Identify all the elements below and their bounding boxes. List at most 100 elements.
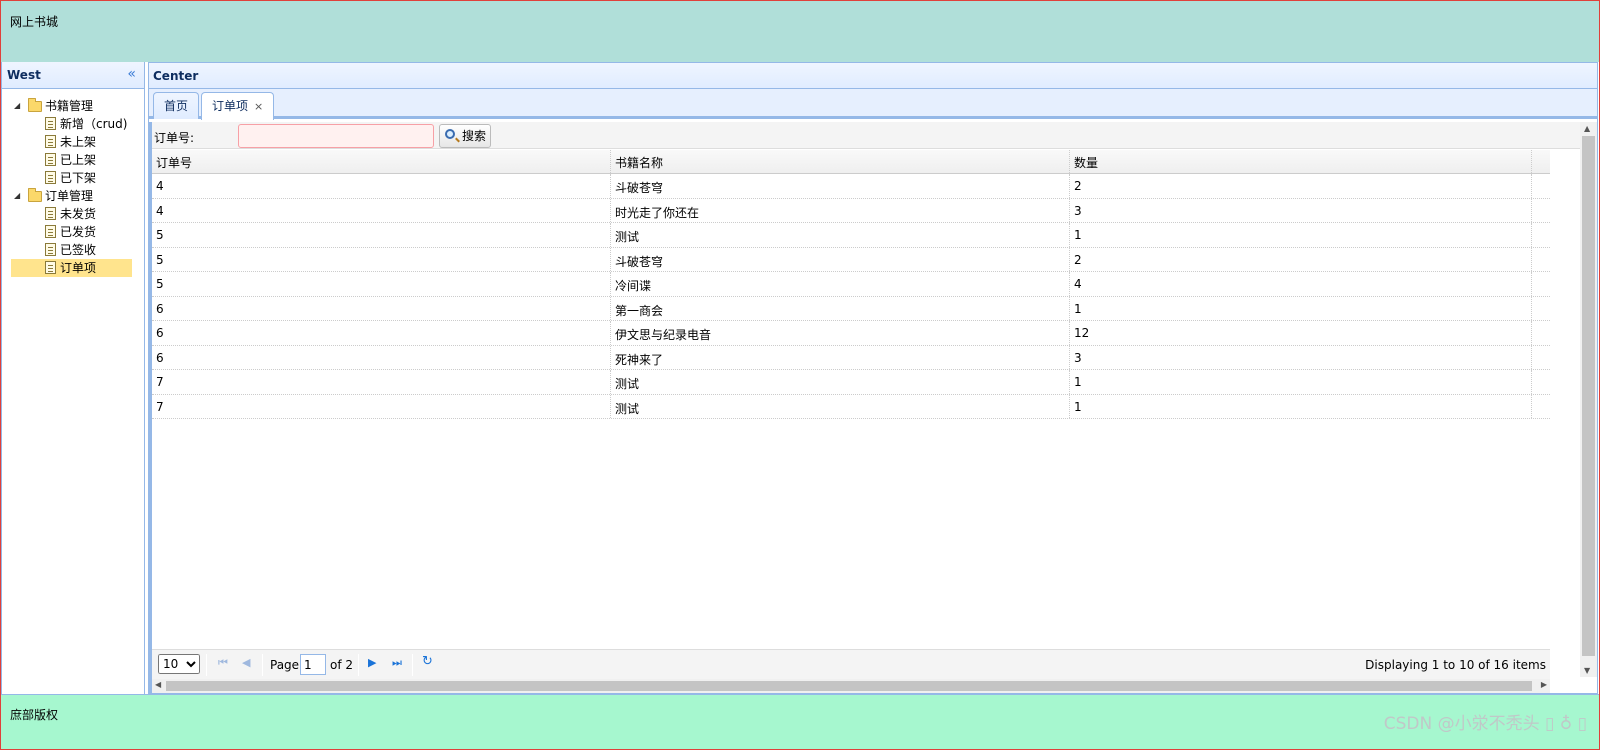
file-icon [45, 135, 56, 148]
tree-item-label: 新增（crud) [60, 117, 128, 131]
table-cell: 4 [152, 174, 611, 198]
file-icon [45, 261, 56, 274]
table-cell: 冷间谍 [611, 272, 1070, 296]
table-cell: 斗破苍穹 [611, 247, 1070, 271]
nav-tree: ◢ 书籍管理 新增（crud) 未上架 已上架 已下架 ◢ 订单管理 未发货 已… [2, 89, 144, 277]
page-number-input[interactable] [300, 654, 326, 675]
tree-node-order-management[interactable]: ◢ 订单管理 [2, 187, 144, 205]
order-number-input[interactable] [238, 124, 434, 148]
tab-order-items[interactable]: 订单项 × [201, 92, 275, 120]
table-cell: 1 [1070, 296, 1532, 320]
prev-page-icon[interactable]: ◀ [242, 656, 250, 669]
tree-node-book-management[interactable]: ◢ 书籍管理 [2, 97, 144, 115]
table-cell: 斗破苍穹 [611, 174, 1070, 198]
south-region: 庶部版权 CSDN @小泶不秃头 ▯ ♁ ▯ [1, 694, 1599, 749]
expand-arrow-icon[interactable]: ◢ [14, 187, 20, 205]
vertical-scrollbar[interactable]: ▲ ▼ [1580, 122, 1597, 677]
table-row[interactable]: 5 冷间谍 4 [152, 272, 1550, 297]
folder-icon [28, 188, 42, 202]
page-size-select[interactable]: 102030 [158, 654, 200, 674]
refresh-icon[interactable]: ↻ [422, 654, 433, 669]
tree-item-signed[interactable]: 已签收 [2, 241, 144, 259]
horizontal-scrollbar[interactable]: ◀ ▶ [152, 679, 1550, 693]
scroll-left-icon[interactable]: ◀ [155, 680, 161, 689]
next-page-icon[interactable]: ▶ [368, 656, 376, 669]
table-cell: 6 [152, 321, 611, 345]
table-cell: 测试 [611, 370, 1070, 394]
table-cell: 7 [152, 370, 611, 394]
table-cell: 6 [152, 296, 611, 320]
tree-item-add-crud[interactable]: 新增（crud) [2, 115, 144, 133]
scroll-thumb[interactable] [1582, 136, 1595, 656]
file-icon [45, 171, 56, 184]
center-title: Center [153, 69, 199, 83]
scroll-down-icon[interactable]: ▼ [1584, 666, 1590, 675]
search-button-label: 搜索 [462, 129, 487, 143]
search-toolbar: 订单号: 搜索 [152, 122, 1597, 149]
table-cell: 4 [1070, 272, 1532, 296]
tree-item-delisted[interactable]: 已下架 [2, 169, 144, 187]
pager-separator [412, 654, 413, 676]
tree-item-unshipped[interactable]: 未发货 [2, 205, 144, 223]
table-row[interactable]: 4 时光走了你还在 3 [152, 198, 1550, 223]
pagination-bar: 102030 ⏮ ◀ Page of 2 ▶ ⏭ ↻ Displaying 1 … [152, 649, 1550, 679]
table-row[interactable]: 6 第一商会 1 [152, 296, 1550, 321]
tab-label: 订单项 [212, 99, 249, 113]
table-cell: 3 [1070, 198, 1532, 222]
page-total-label: of 2 [330, 658, 354, 672]
tab-home[interactable]: 首页 [153, 92, 200, 119]
collapse-icon[interactable]: « [127, 66, 136, 82]
file-icon [45, 225, 56, 238]
tree-item-order-items[interactable]: 订单项 [11, 259, 132, 277]
tree-item-unlisted[interactable]: 未上架 [2, 133, 144, 151]
site-title: 网上书城 [10, 15, 59, 29]
table-row[interactable]: 7 测试 1 [152, 394, 1550, 419]
last-page-icon[interactable]: ⏭ [392, 656, 402, 670]
table-cell: 伊文思与纪录电音 [611, 321, 1070, 345]
watermark-text: CSDN @小泶不秃头 ▯ ♁ ▯ [1383, 714, 1587, 734]
search-button[interactable]: 搜索 [439, 124, 491, 148]
table-cell: 1 [1070, 223, 1532, 247]
table-cell: 2 [1070, 247, 1532, 271]
table-cell: 12 [1070, 321, 1532, 345]
column-header-book-name[interactable]: 书籍名称 [611, 150, 1070, 173]
table-cell: 测试 [611, 394, 1070, 418]
copyright-text: 庶部版权 [10, 708, 59, 722]
tab-content: 订单号: 搜索 订单号 书籍名称 数量 4 斗破苍穹 2 4 时光走了你还在 3 5 测试 1 5… [149, 122, 1597, 693]
file-icon [45, 243, 56, 256]
table-cell: 4 [152, 198, 611, 222]
scroll-up-icon[interactable]: ▲ [1584, 124, 1590, 133]
table-cell: 5 [152, 223, 611, 247]
data-grid: 订单号 书籍名称 数量 4 斗破苍穹 2 4 时光走了你还在 3 5 测试 1 5 斗破苍穹 2 5 冷间… [152, 150, 1550, 419]
table-cell: 1 [1070, 370, 1532, 394]
tree-item-shipped[interactable]: 已发货 [2, 223, 144, 241]
table-row[interactable]: 4 斗破苍穹 2 [152, 174, 1550, 199]
file-icon [45, 207, 56, 220]
table-row[interactable]: 5 斗破苍穹 2 [152, 247, 1550, 272]
table-row[interactable]: 6 伊文思与纪录电音 12 [152, 321, 1550, 346]
scroll-right-icon[interactable]: ▶ [1541, 680, 1547, 689]
column-header-order-id[interactable]: 订单号 [152, 150, 611, 173]
tree-item-label: 未上架 [60, 135, 97, 149]
table-row[interactable]: 7 测试 1 [152, 370, 1550, 395]
order-number-label: 订单号: [154, 131, 195, 145]
tab-bar: 首页 订单项 × [149, 89, 1597, 120]
tree-item-label: 已发货 [60, 225, 97, 239]
tree-item-label: 已签收 [60, 243, 97, 257]
file-icon [45, 117, 56, 130]
column-header-quantity[interactable]: 数量 [1070, 150, 1532, 173]
table-cell: 1 [1070, 394, 1532, 418]
expand-arrow-icon[interactable]: ◢ [14, 97, 20, 115]
page-label: Page [270, 658, 300, 672]
west-panel: West « ◢ 书籍管理 新增（crud) 未上架 已上架 已下架 ◢ 订单管… [1, 62, 145, 708]
table-row[interactable]: 5 测试 1 [152, 223, 1550, 248]
west-title: West [7, 68, 41, 82]
tree-item-label: 订单项 [60, 261, 97, 275]
close-icon[interactable]: × [254, 100, 263, 113]
table-cell: 第一商会 [611, 296, 1070, 320]
table-cell: 时光走了你还在 [611, 198, 1070, 222]
table-row[interactable]: 6 死神来了 3 [152, 345, 1550, 370]
first-page-icon[interactable]: ⏮ [218, 656, 228, 670]
tree-item-listed[interactable]: 已上架 [2, 151, 144, 169]
scroll-thumb[interactable] [166, 681, 1532, 691]
